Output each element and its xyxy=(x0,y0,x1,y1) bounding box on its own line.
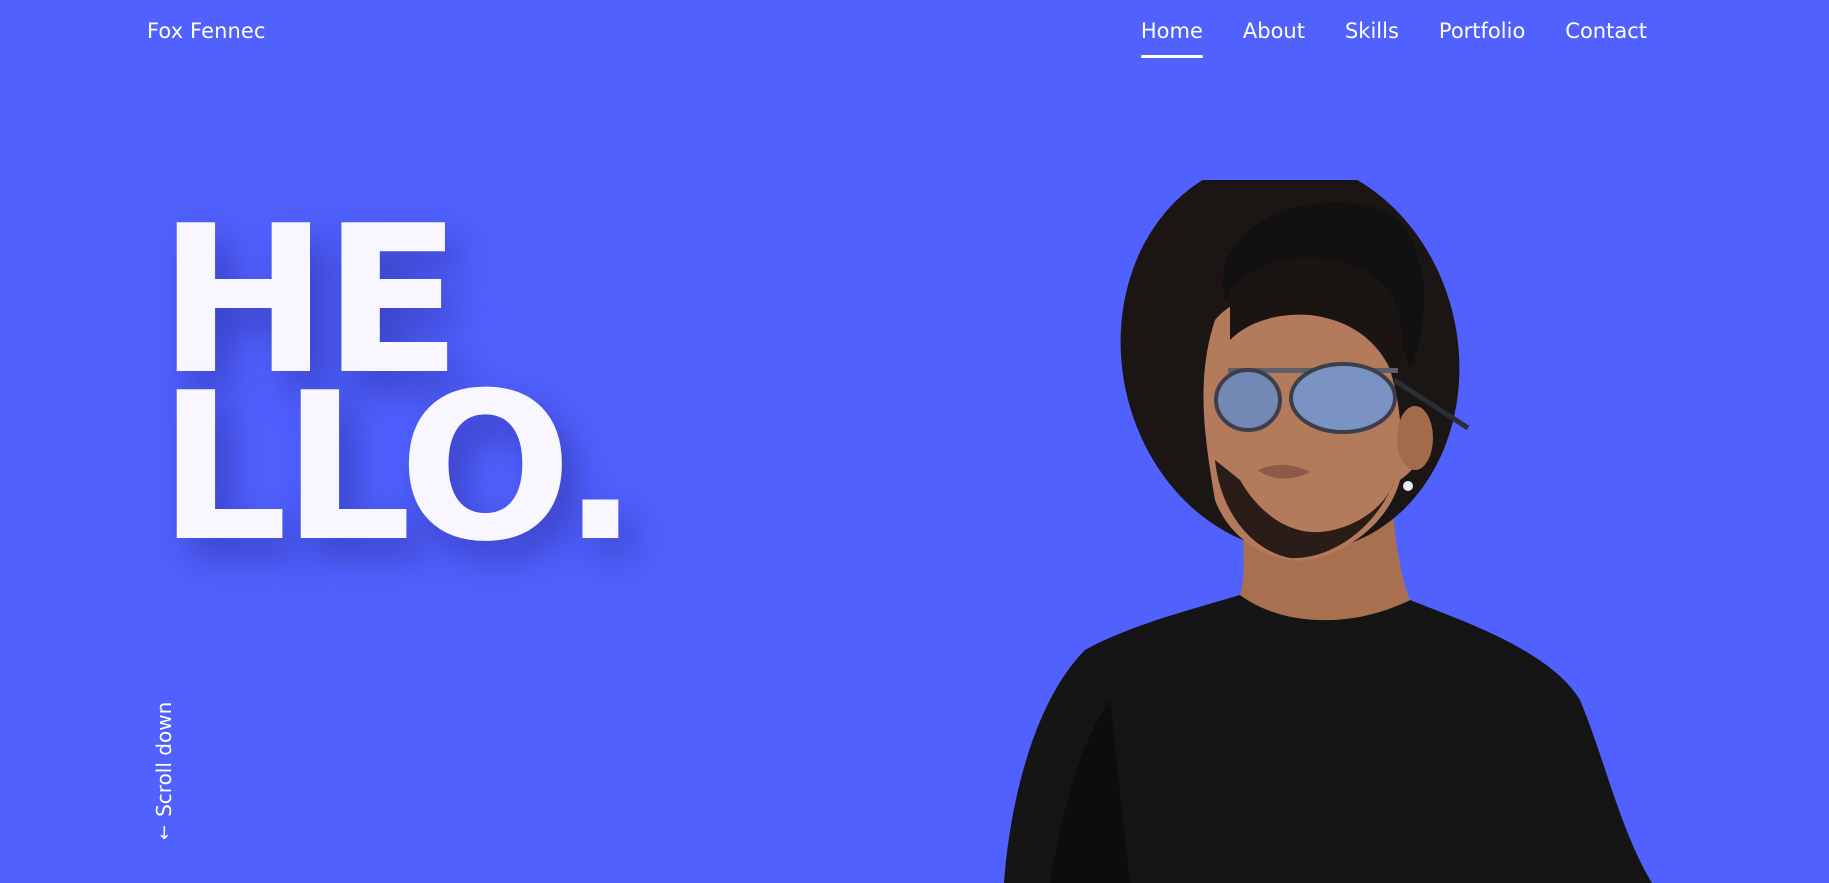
nav-portfolio[interactable]: Portfolio xyxy=(1439,18,1525,58)
glasses-right-lens xyxy=(1289,362,1397,434)
portrait-photo xyxy=(1004,180,1652,883)
ear xyxy=(1397,406,1433,470)
glasses-left-lens xyxy=(1214,368,1282,432)
scroll-down-link[interactable]: ← Scroll down xyxy=(152,702,176,840)
nav-home[interactable]: Home xyxy=(1140,18,1203,58)
page: Fox Fennec Home About Skills Portfolio C… xyxy=(0,0,1829,883)
nav-contact[interactable]: Contact xyxy=(1565,18,1647,58)
earring xyxy=(1403,481,1413,491)
hero-heading: HE LLO. xyxy=(158,200,639,587)
brand-logo[interactable]: Fox Fennec xyxy=(147,18,266,44)
nav-about[interactable]: About xyxy=(1243,18,1305,58)
scroll-down-label: Scroll down xyxy=(152,701,176,817)
hero-heading-line-2: LLO. xyxy=(158,350,639,587)
nav-skills[interactable]: Skills xyxy=(1345,18,1399,58)
main-nav: Home About Skills Portfolio Contact xyxy=(1101,18,1647,58)
arrow-down-icon: ← xyxy=(153,824,175,840)
